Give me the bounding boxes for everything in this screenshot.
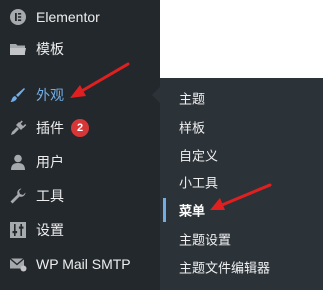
submenu-item-menus[interactable]: 菜单 (160, 194, 323, 226)
paintbrush-icon (9, 86, 27, 104)
sidebar-item-elementor[interactable]: Elementor (0, 0, 160, 34)
settings-icon (9, 221, 27, 239)
sidebar-item-label: WP Mail SMTP (36, 256, 131, 272)
sidebar-item-label: Elementor (36, 9, 100, 25)
submenu-item-label: 小工具 (179, 175, 219, 191)
submenu-item-label: 主题文件编辑器 (179, 260, 271, 276)
sidebar-item-label: 插件 (36, 120, 64, 136)
sidebar-item-plugins[interactable]: 插件 2 (0, 111, 160, 145)
current-item-indicator (163, 198, 166, 222)
sidebar-item-users[interactable]: 用户 (0, 145, 160, 179)
folder-icon (9, 40, 27, 58)
sidebar-item-label: 外观 (36, 87, 64, 103)
submenu-item-label: 主题 (179, 91, 206, 107)
appearance-submenu: 主题 样板 自定义 小工具 菜单 主题设置 主题文件编辑器 (160, 78, 323, 290)
submenu-item-label: 自定义 (179, 148, 219, 164)
sidebar-item-appearance[interactable]: 外观 (0, 78, 160, 112)
sidebar-item-label: 模板 (36, 41, 64, 57)
admin-sidebar: Elementor 模板 外观 插件 2 用户 工具 设置 WP Mail SM… (0, 0, 160, 290)
update-count-badge: 2 (71, 119, 89, 137)
submenu-item-themes[interactable]: 主题 (160, 82, 323, 114)
sidebar-item-label: 设置 (36, 222, 64, 238)
submenu-item-theme-file-editor[interactable]: 主题文件编辑器 (160, 251, 323, 283)
sidebar-item-label: 用户 (36, 154, 64, 170)
submenu-pointer (152, 87, 160, 103)
submenu-item-label: 主题设置 (179, 232, 232, 248)
submenu-item-label: 样板 (179, 120, 206, 136)
elementor-icon (9, 8, 27, 26)
wrench-icon (9, 187, 27, 205)
sidebar-item-label: 工具 (36, 188, 64, 204)
sidebar-item-wp-mail-smtp[interactable]: WP Mail SMTP (0, 247, 160, 281)
sidebar-item-tools[interactable]: 工具 (0, 179, 160, 213)
submenu-item-label: 菜单 (179, 203, 206, 219)
sidebar-item-templates[interactable]: 模板 (0, 32, 160, 66)
mail-icon (9, 255, 27, 273)
sidebar-item-settings[interactable]: 设置 (0, 213, 160, 247)
plugin-icon (9, 119, 27, 137)
user-icon (9, 153, 27, 171)
